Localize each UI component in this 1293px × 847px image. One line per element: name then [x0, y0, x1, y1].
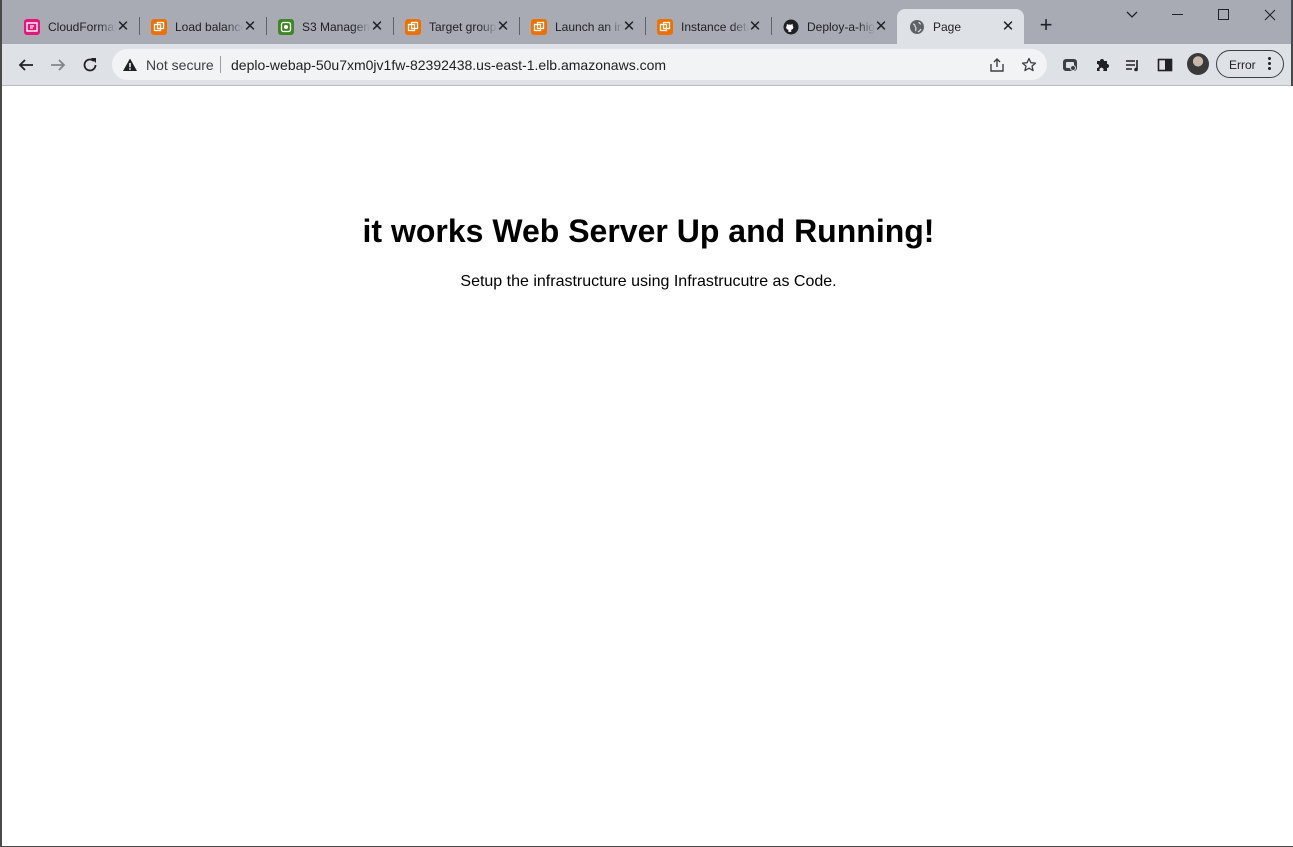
page-subtext: Setup the infrastructure using Infrastru…	[460, 273, 837, 290]
extensions-puzzle-icon[interactable]	[1090, 53, 1114, 77]
address-bar[interactable]: Not secure deplo-webap-50u7xm0jv1fw-8239…	[112, 49, 1047, 80]
tab-label: Target groups	[429, 19, 497, 34]
side-panel-icon[interactable]	[1153, 53, 1177, 77]
page-heading: it works Web Server Up and Running!	[362, 213, 935, 249]
new-tab-plus-icon[interactable]: +	[1036, 14, 1056, 36]
ec2-icon	[531, 18, 547, 35]
more-options-icon[interactable]	[1268, 57, 1272, 72]
window-close-icon[interactable]	[1247, 0, 1293, 30]
tab-strip: CloudFormation ✕ Load balancers ✕ S3 Man…	[2, 0, 1291, 44]
close-icon[interactable]: ✕	[495, 18, 511, 35]
tab-label: Load balancers	[175, 19, 243, 34]
tab-page-active[interactable]: Page ✕	[897, 9, 1024, 44]
forward-arrow-icon[interactable]	[46, 53, 70, 77]
s3-icon	[278, 18, 294, 35]
warning-icon[interactable]	[122, 57, 138, 73]
cloudformation-icon	[24, 18, 40, 35]
close-icon[interactable]: ✕	[747, 18, 763, 35]
profile-error-label: Error	[1229, 58, 1256, 72]
tab-label: Deploy-a-high	[807, 19, 875, 34]
reading-list-icon[interactable]	[1121, 53, 1145, 77]
tab-github-repo[interactable]: Deploy-a-high ✕	[771, 9, 897, 44]
extension-icon[interactable]	[1058, 53, 1082, 77]
tab-label: Instance details	[681, 19, 749, 34]
tab-load-balancers[interactable]: Load balancers ✕	[139, 9, 266, 44]
tab-label: Page	[933, 19, 962, 34]
close-icon[interactable]: ✕	[369, 18, 385, 35]
share-icon[interactable]	[987, 55, 1007, 75]
browser-toolbar: Not secure deplo-webap-50u7xm0jv1fw-8239…	[2, 44, 1291, 86]
github-icon	[783, 19, 799, 35]
security-status-label[interactable]: Not secure	[146, 57, 214, 73]
close-icon[interactable]: ✕	[873, 18, 889, 35]
close-icon[interactable]: ✕	[1000, 18, 1016, 35]
tab-search-chevron-icon[interactable]	[1109, 0, 1155, 30]
browser-window: CloudFormation ✕ Load balancers ✕ S3 Man…	[0, 0, 1293, 847]
tab-s3-management[interactable]: S3 Management ✕	[266, 9, 393, 44]
url-text[interactable]: deplo-webap-50u7xm0jv1fw-82392438.us-eas…	[231, 57, 666, 73]
tab-label: Launch an instance	[555, 19, 623, 34]
tab-cloudformation[interactable]: CloudFormation ✕	[12, 9, 139, 44]
back-arrow-icon[interactable]	[14, 53, 38, 77]
tab-instance-details[interactable]: Instance details ✕	[645, 9, 771, 44]
tab-launch-instance[interactable]: Launch an instance ✕	[519, 9, 645, 44]
close-icon[interactable]: ✕	[115, 18, 131, 35]
maximize-icon[interactable]	[1201, 0, 1247, 30]
omnibox-divider	[220, 56, 221, 73]
close-icon[interactable]: ✕	[242, 18, 258, 35]
minimize-icon[interactable]	[1155, 0, 1201, 30]
tab-label: CloudFormation	[48, 19, 116, 34]
profile-error-button[interactable]: Error	[1216, 50, 1284, 78]
ec2-icon	[405, 18, 421, 35]
page-content: it works Web Server Up and Running! Setu…	[4, 86, 1293, 846]
tab-label: S3 Management	[302, 19, 370, 34]
bookmark-star-icon[interactable]	[1019, 55, 1039, 75]
profile-avatar[interactable]	[1187, 53, 1209, 75]
ec2-icon	[151, 18, 167, 35]
tab-target-groups[interactable]: Target groups ✕	[393, 9, 519, 44]
globe-icon	[909, 19, 925, 35]
reload-icon[interactable]	[78, 53, 102, 77]
ec2-icon	[657, 18, 673, 35]
close-icon[interactable]: ✕	[621, 18, 637, 35]
